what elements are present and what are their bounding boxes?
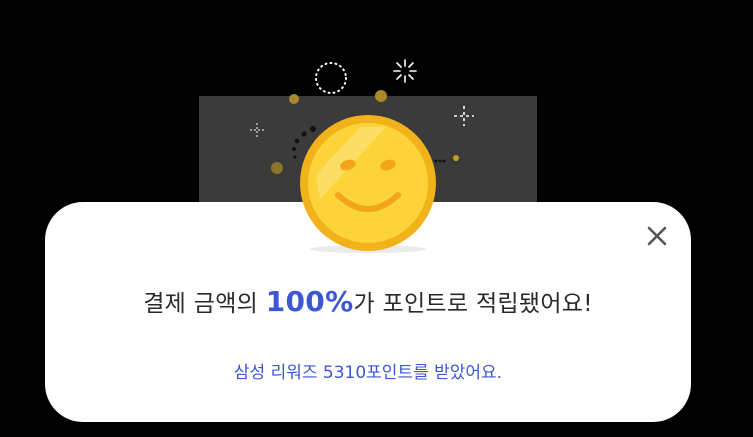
gold-dot-sparkle bbox=[289, 94, 299, 104]
close-icon[interactable] bbox=[646, 225, 668, 247]
smiley-coin-icon bbox=[298, 113, 439, 254]
gold-dot-sparkle bbox=[271, 162, 283, 174]
gold-dot-sparkle bbox=[453, 155, 459, 161]
dotted-circle-sparkle bbox=[315, 62, 347, 94]
plus-sparkle bbox=[454, 106, 474, 126]
burst-sparkle bbox=[393, 59, 417, 83]
reward-percent: 100% bbox=[265, 285, 354, 318]
plus-sparkle bbox=[250, 123, 264, 137]
reward-title: 결제 금액의 100%가 포인트로 적립됐어요! bbox=[45, 284, 691, 318]
close-button[interactable] bbox=[643, 222, 671, 250]
title-prefix: 결제 금액의 bbox=[143, 291, 266, 317]
title-suffix: 가 포인트로 적립됐어요! bbox=[353, 291, 593, 317]
reward-points-message: 삼성 리워즈 5310포인트를 받았어요. bbox=[233, 363, 503, 383]
gold-dot-sparkle bbox=[375, 90, 387, 102]
